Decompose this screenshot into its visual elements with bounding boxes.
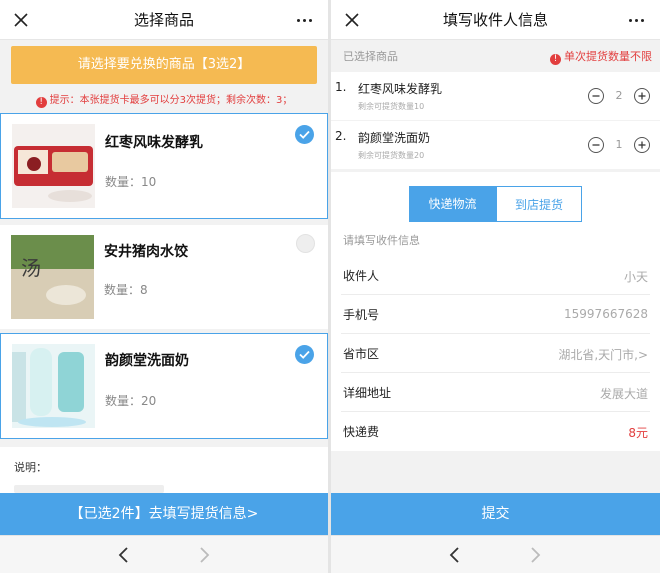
right-title-bar: 填写收件人信息 <box>331 0 660 40</box>
go-fill-info-button[interactable]: 【已选2件】去填写提货信息> <box>0 493 328 535</box>
plus-icon[interactable] <box>634 137 650 153</box>
page-title: 填写收件人信息 <box>442 11 548 29</box>
selected-item-2: 2. 韵颜堂洗面奶 剩余可提货数量20 1 <box>331 121 660 169</box>
field-label: 省市区 <box>343 347 380 361</box>
description-section: 说明： <box>0 447 328 493</box>
product-card-2[interactable]: 汤 安井猪肉水饺 数量：8 <box>0 225 328 329</box>
warning-icon: ! <box>35 97 47 108</box>
form-hint: 请填写收件信息 <box>331 222 660 256</box>
warning-icon: ! <box>550 54 561 65</box>
phone-field[interactable]: 手机号 15997667628 <box>331 295 660 334</box>
field-label: 详细地址 <box>343 386 392 400</box>
spacer <box>331 451 660 493</box>
product-quantity: 数量：10 <box>105 175 157 189</box>
product-quantity: 数量：20 <box>105 394 157 408</box>
product-image-yogurt <box>12 124 95 208</box>
item-index: 1. <box>335 80 347 94</box>
field-label: 收件人 <box>343 269 380 283</box>
product-name: 红枣风味发酵乳 <box>105 135 203 151</box>
minus-icon[interactable] <box>588 137 604 153</box>
description-label: 说明： <box>14 461 47 474</box>
check-icon[interactable] <box>295 125 314 144</box>
browser-nav-bar <box>0 535 328 573</box>
selected-item-1: 1. 红枣风味发酵乳 剩余可提货数量10 2 <box>331 72 660 120</box>
description-text-placeholder <box>14 485 164 493</box>
product-name: 安井猪肉水饺 <box>104 244 188 260</box>
shipping-fee-row: 快递费 8元 <box>331 412 660 451</box>
left-title-bar: 选择商品 <box>0 0 328 40</box>
item-count: 1 <box>615 138 623 151</box>
check-icon[interactable] <box>295 345 314 364</box>
item-name: 红枣风味发酵乳 <box>358 82 443 96</box>
address-field[interactable]: 详细地址 发展大道 <box>331 373 660 412</box>
forward-arrow-icon[interactable] <box>196 546 212 564</box>
item-count: 2 <box>615 89 623 102</box>
product-name: 韵颜堂洗面奶 <box>105 353 189 369</box>
more-icon[interactable] <box>628 12 646 28</box>
item-remaining: 剩余可提货数量10 <box>358 102 425 111</box>
pickup-tip-text: 提示：本张提货卡最多可以分3次提货；剩余次数：3； <box>49 95 293 106</box>
quantity-stepper: 1 <box>588 135 650 155</box>
item-index: 2. <box>335 129 347 143</box>
select-products-panel: 选择商品 请选择要兑换的商品【3选2】 ! 提示：本张提货卡最多可以分3次提货；剩… <box>0 0 328 573</box>
recipient-info-panel: 填写收件人信息 已选择商品 ! 单次提货数量不限 1. 红枣风味发酵乳 剩余可提货… <box>331 0 660 573</box>
region-value[interactable]: 湖北省,天门市,> <box>558 346 648 363</box>
delivery-method-tabs: 快递物流 到店提货 <box>331 172 660 222</box>
plus-icon[interactable] <box>634 88 650 104</box>
shipping-fee-value: 8元 <box>628 426 648 440</box>
recipient-name-value[interactable]: 小天 <box>624 268 648 285</box>
product-image-cleanser <box>12 344 95 428</box>
svg-text:汤: 汤 <box>21 256 41 280</box>
tab-store-pickup[interactable]: 到店提货 <box>496 186 582 222</box>
minus-icon[interactable] <box>588 88 604 104</box>
back-arrow-icon[interactable] <box>116 546 132 564</box>
back-arrow-icon[interactable] <box>447 546 463 564</box>
page-title: 选择商品 <box>133 11 194 29</box>
region-field[interactable]: 省市区 湖北省,天门市,> <box>331 334 660 373</box>
forward-arrow-icon[interactable] <box>527 546 543 564</box>
pickup-tip: ! 提示：本张提货卡最多可以分3次提货；剩余次数：3； <box>0 92 328 110</box>
product-card-1[interactable]: 红枣风味发酵乳 数量：10 <box>0 113 328 219</box>
quantity-limit-text: 单次提货数量不限 <box>564 50 652 63</box>
recipient-name-field[interactable]: 收件人 小天 <box>331 256 660 295</box>
submit-button[interactable]: 提交 <box>331 493 660 535</box>
selected-products-header: 已选择商品 ! 单次提货数量不限 <box>331 40 660 72</box>
item-remaining: 剩余可提货数量20 <box>358 151 425 160</box>
quantity-limit-notice: ! 单次提货数量不限 <box>550 48 652 65</box>
more-icon[interactable] <box>296 12 314 28</box>
product-quantity: 数量：8 <box>104 283 148 297</box>
product-image-dumplings: 汤 <box>11 235 94 319</box>
field-label: 手机号 <box>343 308 380 322</box>
form-hint-text: 请填写收件信息 <box>343 234 420 247</box>
selected-products-label: 已选择商品 <box>343 50 398 63</box>
quantity-stepper: 2 <box>588 86 650 106</box>
tab-express-delivery[interactable]: 快递物流 <box>409 186 496 222</box>
selection-banner: 请选择要兑换的商品【3选2】 <box>11 46 317 84</box>
field-label: 快递费 <box>343 425 380 439</box>
phone-value[interactable]: 15997667628 <box>564 307 648 321</box>
browser-nav-bar <box>331 535 660 573</box>
unchecked-circle-icon[interactable] <box>296 234 315 253</box>
item-name: 韵颜堂洗面奶 <box>358 131 431 145</box>
address-value[interactable]: 发展大道 <box>600 385 648 402</box>
product-card-3[interactable]: 韵颜堂洗面奶 数量：20 <box>0 333 328 439</box>
